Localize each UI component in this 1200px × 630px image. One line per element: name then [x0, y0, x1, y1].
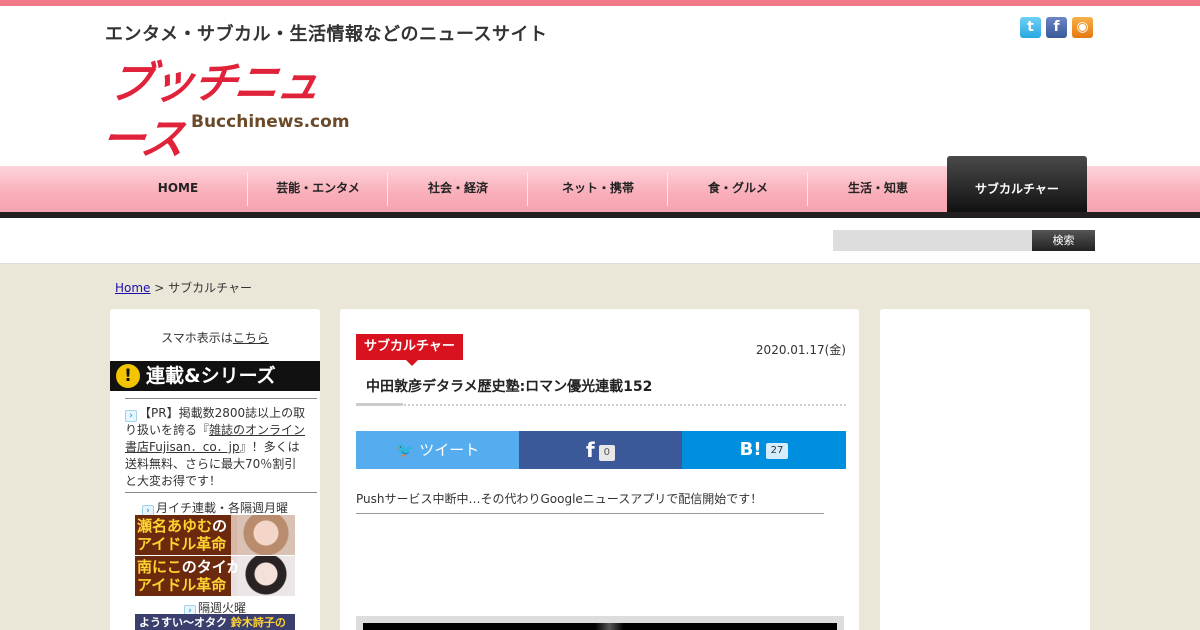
facebook-icon: f [585, 438, 595, 462]
title-underline-accent [356, 403, 403, 406]
banner-photo [237, 556, 295, 596]
site-header: エンタメ・サブカル・生活情報などのニュースサイト ブッチニュース Bucchin… [0, 6, 1200, 166]
article-main: サブカルチャー 2020.01.17(金) 中田敦彦デタラメ歴史塾:ロマン優光連… [340, 309, 859, 630]
banner-particle: の [212, 517, 228, 535]
article-title: 中田敦彦デタラメ歴史塾:ロマン優光連載152 [366, 379, 653, 395]
notice-divider [356, 513, 824, 514]
right-sidebar [880, 309, 1090, 630]
tweet-label: ツイート [419, 441, 480, 459]
breadcrumb-current: サブカルチャー [168, 281, 253, 295]
search-button[interactable]: 検索 [1032, 230, 1095, 251]
pr-text: › 【PR】掲載数2800誌以上の取り扱いを誇る『雑誌のオンライン書店Fujisa… [125, 405, 307, 490]
series-banner-sena-ayumu[interactable]: 瀬名あゆむの アイドル革命 [135, 515, 295, 555]
nav-item-entertainment[interactable]: 芸能・エンタメ [248, 166, 388, 212]
series-banner-minami-niko[interactable]: 南にこのタイから アイドル革命 [135, 556, 295, 596]
twitter-icon[interactable]: t [1020, 17, 1041, 38]
arrow-right-icon: › [125, 410, 137, 422]
site-tagline: エンタメ・サブカル・生活情報などのニュースサイト [105, 24, 548, 45]
nav-item-life[interactable]: 生活・知恵 [808, 166, 948, 212]
video-frame [363, 623, 837, 630]
monthly-label-text: 月イチ連載・各隔週月曜 [155, 501, 288, 515]
push-notice-text: Pushサービス中断中…その代わりGoogleニュースアプリで配信開始です！ [356, 492, 763, 506]
tweet-button[interactable]: 🐦 ツイート [356, 431, 519, 469]
facebook-share-count: 0 [598, 445, 616, 461]
nav-item-net-mobile[interactable]: ネット・携帯 [528, 166, 668, 212]
breadcrumb: Home > サブカルチャー [115, 279, 252, 296]
banner-name: 鈴木詩子の [230, 616, 286, 629]
article-date: 2020.01.17(金) [755, 343, 846, 357]
category-badge[interactable]: サブカルチャー [356, 334, 463, 366]
search-input[interactable] [833, 230, 1033, 251]
facebook-icon[interactable]: f [1046, 17, 1067, 38]
exclamation-icon: ! [116, 364, 140, 388]
sp-label: スマホ表示は [161, 331, 233, 345]
biweekly-label-text: 隔週火曜 [197, 601, 246, 615]
search-bar: 検索 [0, 218, 1200, 264]
site-logo[interactable]: ブッチニュース Bucchinews.com [98, 56, 350, 165]
divider [125, 492, 317, 493]
series-banner-label: 連載&シリーズ [146, 365, 276, 387]
banner-text: ようすい〜オタク [139, 616, 227, 629]
smartphone-view-link[interactable]: こちら [233, 331, 269, 345]
twitter-bird-icon: 🐦 [395, 441, 415, 459]
smartphone-view-text: スマホ表示はこちら [110, 329, 320, 346]
nav-item-subculture-active[interactable]: サブカルチャー [947, 156, 1087, 212]
hatena-bookmark-icon: B! [739, 439, 762, 460]
series-banner-suzuki-utako[interactable]: ようすい〜オタク 鈴木詩子の [135, 614, 295, 630]
nav-item-home[interactable]: HOME [108, 166, 248, 212]
series-banner[interactable]: ! 連載&シリーズ [110, 361, 320, 391]
hatena-bookmark-button[interactable]: B! 27 [682, 431, 846, 469]
breadcrumb-separator: > [150, 281, 169, 295]
banner-name: 南にこ [137, 558, 182, 576]
rss-icon[interactable]: ◉ [1072, 17, 1093, 38]
nav-item-gourmet[interactable]: 食・グルメ [668, 166, 808, 212]
logo-domain: Bucchinews.com [191, 112, 350, 132]
hatena-bookmark-count: 27 [765, 443, 789, 459]
left-sidebar: スマホ表示はこちら ! 連載&シリーズ › 【PR】掲載数2800誌以上の取り扱い… [110, 309, 320, 630]
title-underline [356, 403, 846, 406]
divider [125, 398, 317, 399]
breadcrumb-home-link[interactable]: Home [115, 281, 150, 295]
banner-name: 瀬名あゆむ [137, 517, 213, 535]
embedded-video[interactable] [356, 616, 844, 630]
banner-photo [237, 515, 295, 555]
nav-item-society[interactable]: 社会・経済 [388, 166, 528, 212]
facebook-share-button[interactable]: f0 [519, 431, 682, 469]
